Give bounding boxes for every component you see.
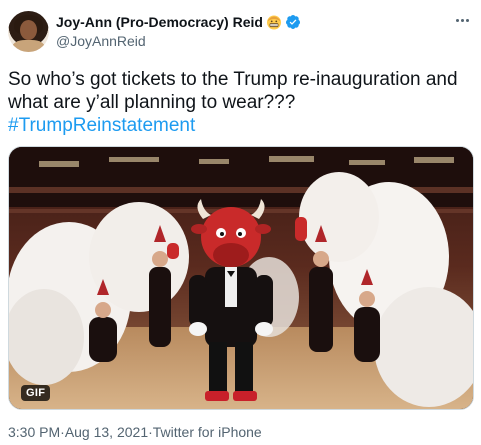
display-name[interactable]: Joy-Ann (Pro-Democracy) Reid [56,14,263,30]
grimacing-face-icon [266,14,282,30]
more-options-icon[interactable] [451,14,473,26]
gif-badge: GIF [21,385,51,401]
avatar-face [20,20,37,40]
tweet-text-line: So who’s got tickets to the Trump re-ina… [8,69,458,90]
mascot-with-feather-fan-dancers-image [9,147,473,409]
verified-badge-icon [285,14,301,30]
name-row: Joy-Ann (Pro-Democracy) Reid [56,14,301,30]
tweet-source[interactable]: Twitter for iPhone [153,424,262,440]
tweet: Joy-Ann (Pro-Democracy) Reid @JoyAnnReid [0,0,481,445]
tweet-metadata: 3:30 PM · Aug 13, 2021 · Twitter for iPh… [8,424,262,440]
tweet-time[interactable]: 3:30 PM [8,424,60,440]
tweet-text-line: what are y’all planning to wear??? [8,92,296,113]
avatar[interactable] [8,11,49,52]
gif-media[interactable]: GIF [8,146,474,410]
handle[interactable]: @JoyAnnReid [56,33,146,49]
tweet-date[interactable]: Aug 13, 2021 [65,424,148,440]
tweet-text: So who’s got tickets to the Trump re-ina… [8,68,474,137]
avatar-shirt [12,40,45,52]
hashtag-link[interactable]: #TrumpReinstatement [8,114,195,137]
